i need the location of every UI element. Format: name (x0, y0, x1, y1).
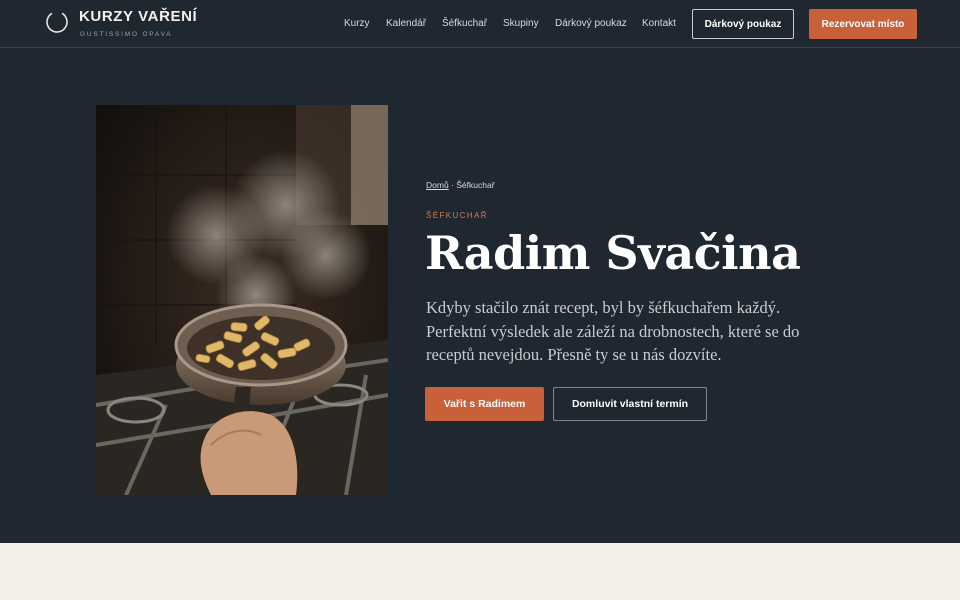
site-header: KURZY VAŘENÍ GUSTISSIMO OPAVA Kurzy Kale… (0, 0, 960, 48)
nav-item-skupiny[interactable]: Skupiny (503, 18, 539, 29)
brand-title[interactable]: KURZY VAŘENÍ (79, 8, 197, 25)
nav-item-kontakt[interactable]: Kontakt (642, 18, 676, 29)
nav-item-darkovy-poukaz[interactable]: Dárkový poukaz (555, 18, 627, 29)
nav-item-sefkuchar[interactable]: Šéfkuchař (442, 18, 487, 29)
breadcrumb-current: Šéfkuchař (456, 180, 495, 190)
nav-item-kalendar[interactable]: Kalendář (386, 18, 426, 29)
reserve-button[interactable]: Rezervovat místo (809, 9, 917, 39)
custom-date-button[interactable]: Domluvit vlastní termín (553, 387, 707, 421)
section-eyebrow: ŠÉFKUCHAŘ (426, 211, 488, 220)
circle-logo-icon[interactable] (45, 10, 69, 34)
next-section (0, 543, 960, 600)
hero-description: Kdyby stačilo znát recept, byl by šéfkuc… (426, 298, 800, 364)
breadcrumb: Domů · Šéfkuchař (426, 180, 495, 190)
gift-voucher-button[interactable]: Dárkový poukaz (692, 9, 794, 39)
breadcrumb-home-link[interactable]: Domů (426, 180, 449, 190)
nav-item-kurzy[interactable]: Kurzy (344, 18, 370, 29)
chef-name-heading: Radim Svačina (425, 226, 801, 280)
chef-cooking-photo (96, 105, 388, 495)
brand-subtitle: GUSTISSIMO OPAVA (80, 31, 173, 38)
cook-with-chef-button[interactable]: Vařit s Radimem (425, 387, 544, 421)
